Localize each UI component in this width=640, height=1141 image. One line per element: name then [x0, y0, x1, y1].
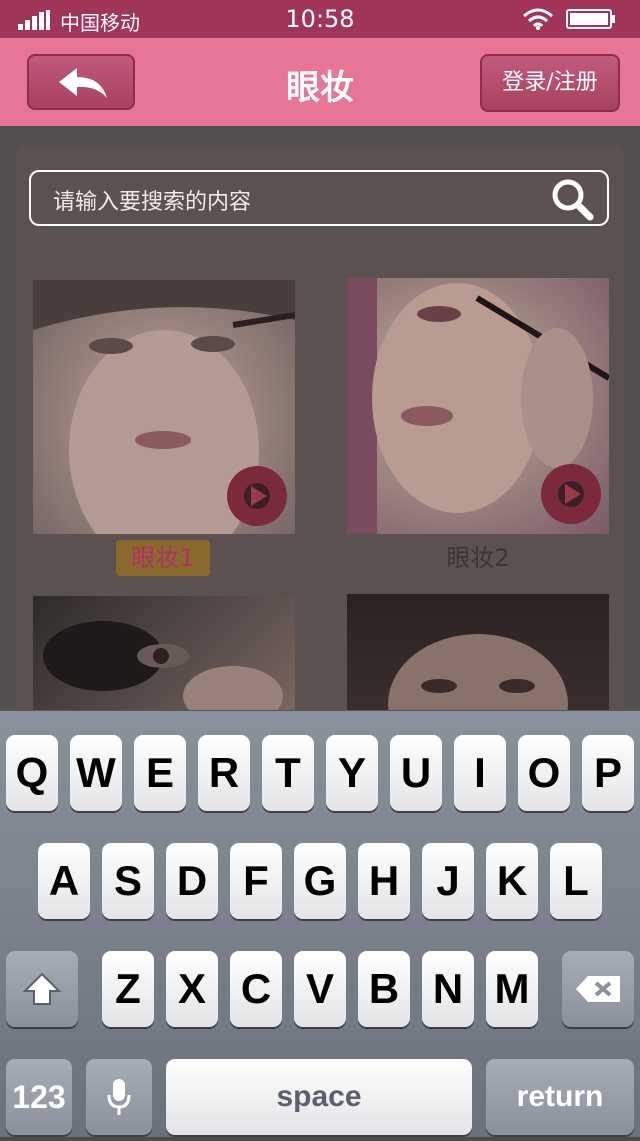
shift-key[interactable] — [6, 951, 78, 1027]
play-icon[interactable] — [541, 464, 601, 524]
key-u[interactable]: U — [390, 735, 442, 811]
nav-bar: 眼妆 登录/注册 — [0, 38, 640, 126]
key-d[interactable]: D — [166, 843, 218, 919]
key-y[interactable]: Y — [326, 735, 378, 811]
keyboard: Q W E R T Y U I O P A S D F G H J K L Z … — [0, 710, 640, 1137]
search-placeholder: 请输入要搜索的内容 — [53, 190, 252, 215]
battery-icon — [566, 9, 615, 29]
key-p[interactable]: P — [582, 735, 634, 811]
search-input[interactable]: 请输入要搜索的内容 — [29, 170, 609, 226]
login-register-button[interactable]: 登录/注册 — [480, 54, 620, 112]
key-m[interactable]: M — [486, 951, 538, 1027]
video-thumbnail-2[interactable] — [347, 278, 609, 534]
key-b[interactable]: B — [358, 951, 410, 1027]
dictation-key[interactable] — [86, 1059, 152, 1135]
key-k[interactable]: K — [486, 843, 538, 919]
key-x[interactable]: X — [166, 951, 218, 1027]
microphone-icon — [107, 1079, 131, 1115]
caption-2[interactable]: 眼妆2 — [347, 540, 609, 576]
shift-icon — [22, 972, 62, 1005]
key-g[interactable]: G — [294, 843, 346, 919]
key-a[interactable]: A — [38, 843, 90, 919]
key-o[interactable]: O — [518, 735, 570, 811]
key-s[interactable]: S — [102, 843, 154, 919]
delete-key[interactable] — [562, 951, 634, 1027]
key-f[interactable]: F — [230, 843, 282, 919]
key-z[interactable]: Z — [102, 951, 154, 1027]
key-n[interactable]: N — [422, 951, 474, 1027]
key-e[interactable]: E — [134, 735, 186, 811]
return-key[interactable]: return — [486, 1059, 634, 1135]
key-l[interactable]: L — [550, 843, 602, 919]
video-thumbnail-1[interactable] — [33, 280, 295, 534]
search-icon[interactable] — [549, 176, 595, 222]
eye-closeup-image — [43, 621, 283, 716]
key-j[interactable]: J — [422, 843, 474, 919]
numbers-key[interactable]: 123 — [6, 1059, 72, 1135]
status-bar: 中国移动 10:58 — [0, 0, 640, 38]
caption-1[interactable]: 眼妆1 — [116, 540, 210, 576]
key-q[interactable]: Q — [6, 735, 58, 811]
key-c[interactable]: C — [230, 951, 282, 1027]
wifi-icon — [523, 8, 553, 30]
key-i[interactable]: I — [454, 735, 506, 811]
key-w[interactable]: W — [70, 735, 122, 811]
space-key[interactable]: space — [166, 1059, 472, 1135]
key-v[interactable]: V — [294, 951, 346, 1027]
face-image — [388, 634, 568, 716]
play-icon[interactable] — [227, 466, 287, 526]
video-thumbnail-3[interactable] — [33, 596, 295, 716]
backspace-icon — [576, 976, 620, 1002]
key-r[interactable]: R — [198, 735, 250, 811]
key-h[interactable]: H — [358, 843, 410, 919]
key-t[interactable]: T — [262, 735, 314, 811]
video-thumbnail-4[interactable] — [347, 594, 609, 716]
